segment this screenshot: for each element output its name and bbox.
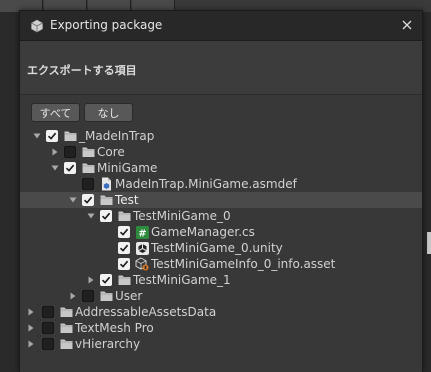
include-checkbox[interactable] [42,338,54,350]
section-title: エクスポートする項目 [27,64,137,77]
export-package-window: Exporting package エクスポートする項目 すべて なし _Mad… [19,10,423,372]
svg-text:#: # [138,228,146,239]
include-checkbox[interactable] [100,210,112,222]
tree-item-label: TestMiniGame_0.unity [151,241,283,255]
foldout-collapsed-icon[interactable] [26,304,36,320]
foldout-collapsed-icon[interactable] [86,272,96,288]
select-all-button[interactable]: すべて [31,103,80,122]
tree-item-label: User [115,289,143,303]
select-none-button[interactable]: なし [84,103,133,122]
tree-item-label: GameManager.cs [151,225,255,239]
include-checkbox[interactable] [46,130,58,142]
tree-row[interactable]: MiniGame [20,160,422,176]
tree-row[interactable]: TestMiniGame_1 [20,272,422,288]
tree-row[interactable]: _MadeInTrap [20,128,422,144]
folder-icon [117,209,131,223]
tree-item-label: MadeInTrap.MiniGame.asmdef [115,177,297,191]
include-checkbox[interactable] [118,226,130,238]
scriptable-asset-icon [135,257,149,271]
unity-scene-icon [135,241,149,255]
tree-row[interactable]: Core [20,144,422,160]
close-button[interactable] [398,16,416,34]
folder-icon [59,321,73,335]
tree-row[interactable]: MadeInTrap.MiniGame.asmdef [20,176,422,192]
tree-item-label: MiniGame [97,161,158,175]
csharp-script-icon: # [135,225,149,239]
foldout-collapsed-icon[interactable] [50,144,60,160]
tree-item-label: TestMiniGameInfo_0_info.asset [151,257,336,271]
foldout-expanded-icon[interactable] [50,160,60,176]
foldout-collapsed-icon[interactable] [26,336,36,352]
checkmark-icon [119,228,129,236]
tree-row[interactable]: TestMiniGame_0.unity [20,240,422,256]
checkmark-icon [101,212,111,220]
foldout-collapsed-icon[interactable] [26,320,36,336]
include-checkbox[interactable] [100,274,112,286]
foldout-collapsed-icon[interactable] [68,288,78,304]
foldout-expanded-icon[interactable] [68,192,78,208]
include-checkbox[interactable] [64,162,76,174]
tree-row[interactable]: User [20,288,422,304]
tree-row[interactable]: AddressableAssetsData [20,304,422,320]
tree-row[interactable]: Test [20,192,422,208]
folder-icon [99,289,113,303]
checkmark-icon [119,244,129,252]
tree-item-label: TestMiniGame_0 [133,209,231,223]
include-checkbox[interactable] [42,322,54,334]
tree-item-label: Test [115,193,139,207]
folder-icon [81,161,95,175]
include-checkbox[interactable] [82,178,94,190]
tree-item-label: vHierarchy [75,337,141,351]
include-checkbox[interactable] [82,290,94,302]
tree-item-label: TestMiniGame_1 [133,273,231,287]
foldout-expanded-icon[interactable] [86,208,96,224]
tree-row[interactable]: vHierarchy [20,336,422,352]
tree-item-label: Core [97,145,125,159]
folder-icon [117,273,131,287]
close-icon [402,20,412,30]
include-checkbox[interactable] [118,242,130,254]
include-checkbox[interactable] [42,306,54,318]
asset-tree: _MadeInTrap Core MiniGame MadeInTrap.MiniGa… [20,125,422,372]
folder-icon [59,337,73,351]
folder-icon [81,145,95,159]
tree-item-label: AddressableAssetsData [75,305,217,319]
tree-row[interactable]: TextMesh Pro [20,320,422,336]
tree-row[interactable]: # GameManager.cs [20,224,422,240]
header-panel: エクスポートする項目 [20,41,422,95]
unity-package-icon [30,18,44,33]
tree-item-label: _MadeInTrap [79,129,155,143]
checkmark-icon [101,276,111,284]
tree-item-label: TextMesh Pro [75,321,154,335]
checkmark-icon [83,196,93,204]
foldout-expanded-icon[interactable] [32,128,42,144]
checkmark-icon [47,132,57,140]
folder-icon [59,305,73,319]
checkmark-icon [119,260,129,268]
tree-row[interactable]: TestMiniGame_0 [20,208,422,224]
include-checkbox[interactable] [64,146,76,158]
folder-icon [63,129,77,143]
folder-icon [99,193,113,207]
include-checkbox[interactable] [82,194,94,206]
background-resize-handle [427,232,431,254]
asmdef-icon [99,177,113,191]
tree-row[interactable]: TestMiniGameInfo_0_info.asset [20,256,422,272]
include-checkbox[interactable] [118,258,130,270]
window-title: Exporting package [50,18,163,32]
window-titlebar: Exporting package [20,11,422,41]
checkmark-icon [65,164,75,172]
